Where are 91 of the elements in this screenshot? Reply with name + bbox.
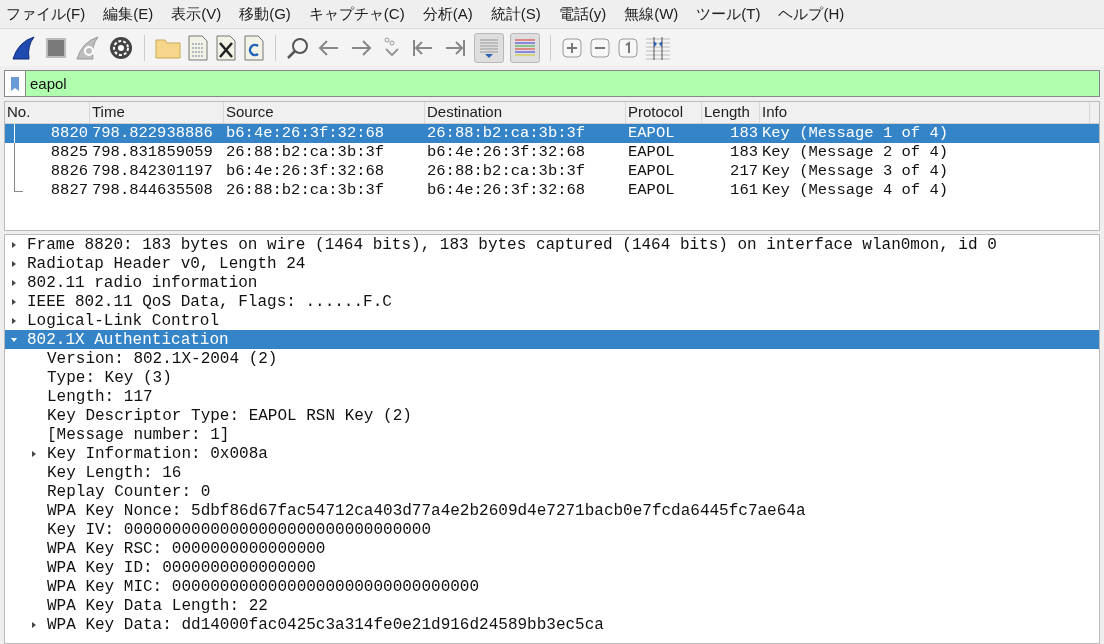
- tree-item[interactable]: 802.11 radio information: [5, 273, 1099, 292]
- close-file-icon[interactable]: [215, 34, 237, 61]
- table-cell: EAPOL: [628, 142, 675, 161]
- shark-fin-icon[interactable]: [10, 33, 38, 62]
- zoom-out-icon[interactable]: [589, 36, 611, 59]
- packet-row[interactable]: 8820 798.822938886 b6:4e:26:3f:32:68 26:88:b2:ca:3b:3f EAPOL 183 Key (Message 1 of 4): [5, 124, 1099, 143]
- packet-row[interactable]: 8827 798.844635508 26:88:b2:ca:3b:3f b6:4e:26:3f:32:68 EAPOL 161 Key (Message 4 of 4): [5, 181, 1099, 200]
- column-header[interactable]: Info: [760, 102, 1090, 123]
- tree-item[interactable]: Type: Key (3): [5, 368, 1099, 387]
- packet-row[interactable]: 8826 798.842301197 b6:4e:26:3f:32:68 26:88:b2:ca:3b:3f EAPOL 217 Key (Message 3 of 4): [5, 162, 1099, 181]
- search-icon[interactable]: [286, 35, 310, 60]
- table-cell: b6:4e:26:3f:32:68: [226, 123, 385, 142]
- table-cell: 798.822938886: [92, 123, 213, 142]
- table-cell: Key (Message 2 of 4): [762, 142, 949, 161]
- tree-item[interactable]: Logical-Link Control: [5, 311, 1099, 330]
- table-cell: 217: [730, 161, 758, 180]
- table-cell: 8825: [50, 142, 88, 161]
- tree-item[interactable]: 802.1X Authentication: [5, 330, 1099, 349]
- tree-item[interactable]: Frame 8820: 183 bytes on wire (1464 bits), 183 bytes captured (1464 bits) on interface wlan0mon, id 0: [5, 235, 1099, 254]
- colorize-toggle[interactable]: [510, 32, 540, 63]
- reload-file-icon[interactable]: [243, 34, 265, 61]
- resize-columns-icon[interactable]: [645, 35, 671, 60]
- tree-item[interactable]: Key Information: 0x008a: [5, 444, 1099, 463]
- table-cell: 26:88:b2:ca:3b:3f: [427, 161, 586, 180]
- tree-item[interactable]: [Message number: 1]: [5, 425, 1099, 444]
- menu-item[interactable]: 統計(S): [490, 2, 541, 26]
- table-cell: 161: [730, 180, 758, 199]
- column-header[interactable]: Length: [702, 102, 760, 123]
- display-filter-field[interactable]: eapol: [26, 70, 1100, 97]
- tree-item[interactable]: Version: 802.1X-2004 (2): [5, 349, 1099, 368]
- menu-item[interactable]: キャプチャ(C): [308, 2, 405, 26]
- menu-item[interactable]: 表示(V): [171, 2, 222, 26]
- table-cell: Key (Message 4 of 4): [762, 180, 949, 199]
- tree-item[interactable]: WPA Key ID: 0000000000000000: [5, 558, 1099, 577]
- table-cell: 798.842301197: [92, 161, 213, 180]
- packet-row[interactable]: 8825 798.831859059 26:88:b2:ca:3b:3f b6:4e:26:3f:32:68 EAPOL 183 Key (Message 2 of 4): [5, 143, 1099, 162]
- restart-icon[interactable]: [74, 33, 102, 62]
- menu-item[interactable]: 無線(W): [624, 2, 679, 26]
- tree-item[interactable]: WPA Key MIC: 00000000000000000000000000000000: [5, 577, 1099, 596]
- table-cell: 26:88:b2:ca:3b:3f: [427, 123, 586, 142]
- table-cell: Key (Message 1 of 4): [762, 123, 949, 142]
- stop-icon[interactable]: [44, 35, 68, 60]
- table-cell: 183: [730, 142, 758, 161]
- table-cell: 8820: [50, 123, 88, 142]
- column-header[interactable]: No.: [5, 102, 90, 123]
- menu-item[interactable]: ファイル(F): [6, 2, 86, 26]
- tree-item[interactable]: Length: 117: [5, 387, 1099, 406]
- bookmark-button[interactable]: [4, 70, 26, 97]
- tree-item[interactable]: Key Length: 16: [5, 463, 1099, 482]
- conversation-start-line: [14, 124, 15, 143]
- table-cell: 183: [730, 123, 758, 142]
- tree-item[interactable]: Radiotap Header v0, Length 24: [5, 254, 1099, 273]
- colored-lines-icon: [514, 37, 536, 58]
- conversation-end-line: [14, 181, 23, 192]
- tree-item[interactable]: WPA Key RSC: 0000000000000000: [5, 539, 1099, 558]
- settings-icon[interactable]: [108, 34, 134, 61]
- menu-item[interactable]: 編集(E): [103, 2, 154, 26]
- zoom-in-icon[interactable]: [561, 36, 583, 59]
- menu-item[interactable]: ツール(T): [696, 2, 761, 26]
- tree-item[interactable]: WPA Key Data: dd14000fac0425c3a314fe0e21d916d24589bb3ec5ca: [5, 615, 1099, 634]
- tree-item[interactable]: Replay Counter: 0: [5, 482, 1099, 501]
- menu-item[interactable]: 分析(A): [422, 2, 473, 26]
- tree-item[interactable]: WPA Key Nonce: 5dbf86d67fac54712ca403d77a4e2b2609d4e7271bacb0e7fcda6445fc7ae64a: [5, 501, 1099, 520]
- table-cell: 798.844635508: [92, 180, 213, 199]
- tree-item[interactable]: Key Descriptor Type: EAPOL RSN Key (2): [5, 406, 1099, 425]
- table-cell: 26:88:b2:ca:3b:3f: [226, 142, 385, 161]
- table-cell: 8827: [50, 180, 88, 199]
- column-header[interactable]: Source: [224, 102, 425, 123]
- tree-item[interactable]: WPA Key Data Length: 22: [5, 596, 1099, 615]
- column-header[interactable]: Time: [90, 102, 224, 123]
- autoscroll-toggle[interactable]: [474, 32, 504, 63]
- table-cell: Key (Message 3 of 4): [762, 161, 949, 180]
- column-header[interactable]: Protocol: [626, 102, 702, 123]
- table-cell: EAPOL: [628, 161, 675, 180]
- menu-item[interactable]: 電話(y): [558, 2, 607, 26]
- autoscroll-icon: [478, 36, 500, 59]
- table-cell: b6:4e:26:3f:32:68: [427, 142, 586, 161]
- table-cell: 798.831859059: [92, 142, 213, 161]
- menu-item[interactable]: ヘルプ(H): [778, 2, 845, 26]
- tree-item[interactable]: IEEE 802.11 QoS Data, Flags: ......F.C: [5, 292, 1099, 311]
- column-header[interactable]: Destination: [425, 102, 626, 123]
- normal-size-icon[interactable]: [617, 36, 639, 59]
- table-cell: b6:4e:26:3f:32:68: [427, 180, 586, 199]
- table-cell: b6:4e:26:3f:32:68: [226, 161, 385, 180]
- table-cell: 8826: [50, 161, 88, 180]
- table-cell: EAPOL: [628, 180, 675, 199]
- tree-item[interactable]: Key IV: 00000000000000000000000000000000: [5, 520, 1099, 539]
- bookmark-icon: [11, 76, 19, 91]
- table-cell: EAPOL: [628, 123, 675, 142]
- menu-item[interactable]: 移動(G): [239, 2, 291, 26]
- table-cell: 26:88:b2:ca:3b:3f: [226, 180, 385, 199]
